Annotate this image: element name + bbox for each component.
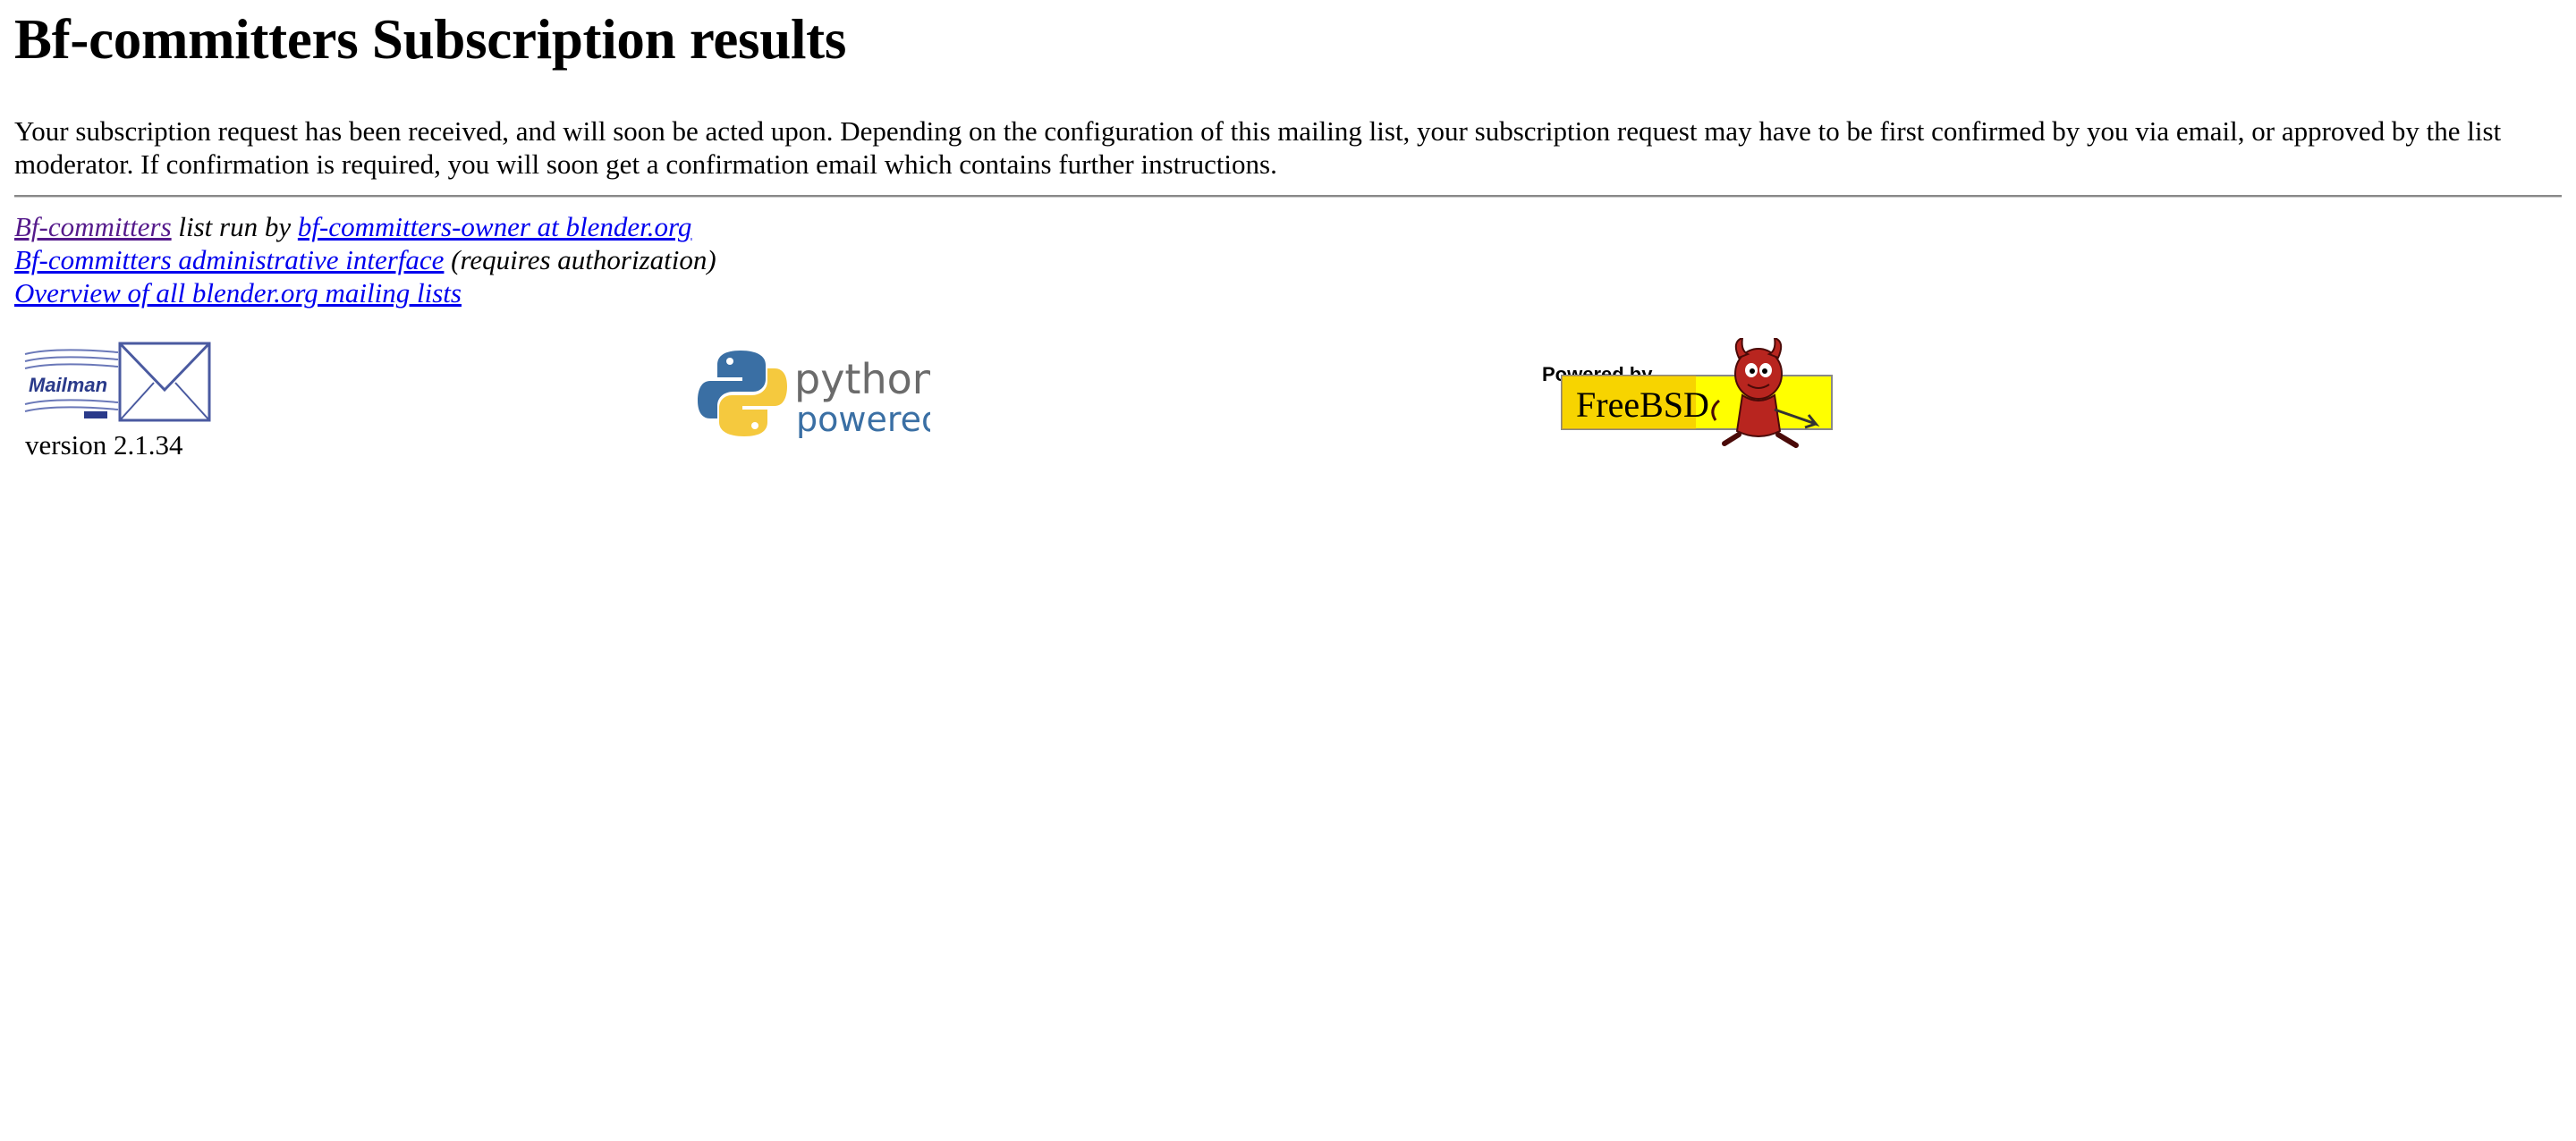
list-footer: Bf-committers list run by bf-committers-…	[14, 210, 2562, 309]
list-info-line: Bf-committers list run by bf-committers-…	[14, 210, 2562, 243]
subscription-message: Your subscription request has been recei…	[14, 115, 2502, 180]
svg-text:Mailman: Mailman	[29, 374, 107, 396]
mailman-version: version 2.1.34	[25, 429, 183, 461]
admin-interface-link[interactable]: Bf-committers administrative interface	[14, 244, 444, 275]
mailman-badge: Mailman version 2.1.34	[20, 340, 213, 461]
page: Bf-committers Subscription results Your …	[0, 0, 2576, 474]
svg-text:FreeBSD: FreeBSD	[1576, 385, 1709, 425]
list-info-link[interactable]: Bf-committers	[14, 211, 172, 242]
mailman-logo-link[interactable]: Mailman	[20, 340, 213, 430]
page-title: Bf-committers Subscription results	[14, 8, 847, 71]
freebsd-logo-link[interactable]: Powered by... FreeBSD	[1540, 336, 1835, 455]
overview-link[interactable]: Overview of all blender.org mailing list…	[14, 277, 462, 308]
python-badge: python powered	[698, 347, 943, 444]
owner-email-link[interactable]: bf-committers-owner at blender.org	[298, 211, 692, 242]
freebsd-badge: Powered by... FreeBSD	[1540, 336, 1835, 455]
svg-text:python: python	[794, 355, 930, 403]
divider	[14, 195, 2562, 198]
admin-note: (requires authorization)	[444, 244, 716, 275]
logo-row: Mailman version 2.1.34 python powered Po…	[14, 336, 2562, 474]
admin-line: Bf-committers administrative interface (…	[14, 243, 2562, 276]
python-powered-logo-icon: python powered	[698, 351, 943, 439]
python-logo-link[interactable]: python powered	[698, 347, 943, 444]
overview-line: Overview of all blender.org mailing list…	[14, 276, 2562, 309]
list-run-by-text: list run by	[171, 211, 298, 242]
svg-text:powered: powered	[796, 400, 930, 439]
freebsd-powered-logo-icon: Powered by... FreeBSD	[1542, 336, 1833, 448]
mailman-logo-icon: Mailman	[24, 342, 211, 422]
